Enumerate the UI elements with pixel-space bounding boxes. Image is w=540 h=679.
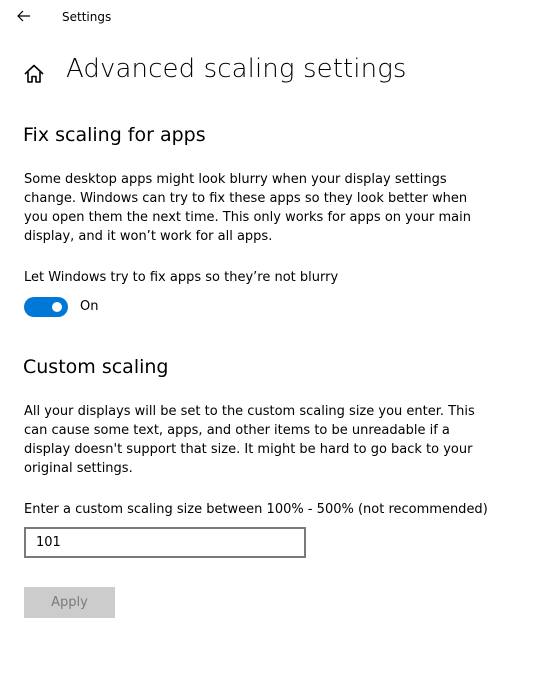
fix-scaling-heading: Fix scaling for apps (23, 124, 206, 146)
toggle-state-text: On (80, 299, 99, 314)
home-icon (24, 64, 44, 83)
custom-scaling-heading: Custom scaling (23, 356, 169, 378)
back-button[interactable] (10, 4, 38, 28)
page-title: Advanced scaling settings (66, 54, 407, 84)
back-arrow-icon (17, 10, 30, 22)
fix-apps-toggle-label: Let Windows try to fix apps so they’re n… (24, 270, 339, 285)
toggle-knob (52, 302, 62, 312)
custom-scaling-input[interactable] (24, 527, 306, 558)
apply-button[interactable]: Apply (24, 587, 115, 618)
custom-scaling-input-label: Enter a custom scaling size between 100%… (24, 502, 488, 517)
app-title: Settings (62, 10, 112, 24)
fix-scaling-description: Some desktop apps might look blurry when… (24, 172, 472, 244)
fix-apps-toggle[interactable] (24, 297, 68, 317)
custom-scaling-description: All your displays will be set to the cus… (24, 404, 475, 476)
